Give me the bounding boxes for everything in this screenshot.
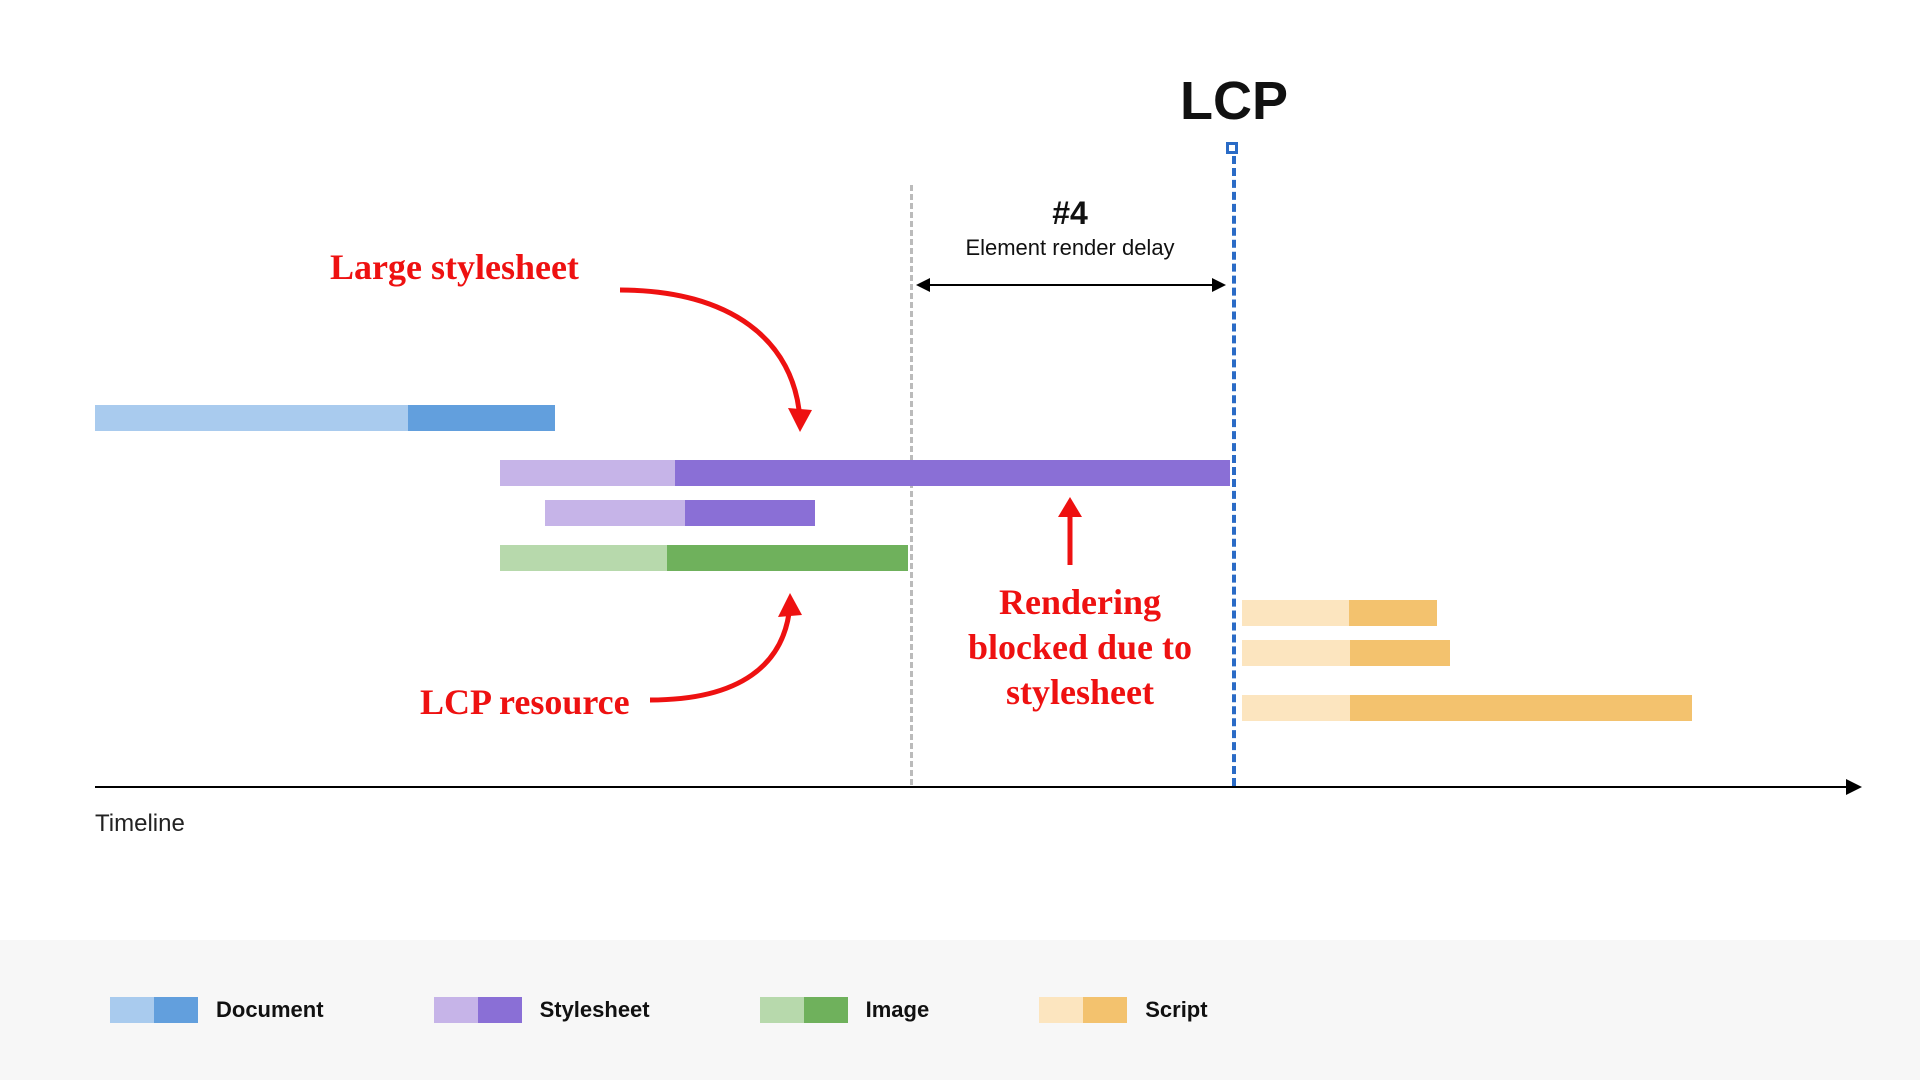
legend-label-script: Script: [1145, 997, 1207, 1023]
bar-script-3-download: [1350, 695, 1692, 721]
legend-label-image: Image: [866, 997, 930, 1023]
swatch-image: [760, 997, 848, 1023]
bar-large-stylesheet: [500, 460, 1230, 486]
bar-lcp-image-download: [667, 545, 908, 571]
bar-large-stylesheet-download: [675, 460, 1230, 486]
arrow-large-stylesheet: [610, 280, 840, 440]
timeline-axis-label: Timeline: [95, 810, 185, 838]
bar-script-3: [1242, 695, 1692, 721]
legend-label-document: Document: [216, 997, 324, 1023]
bar-script-2: [1242, 640, 1450, 666]
bar-lcp-image: [500, 545, 908, 571]
bar-script-1-download: [1349, 600, 1437, 626]
bar-small-stylesheet-download: [685, 500, 815, 526]
swatch-script: [1039, 997, 1127, 1023]
bar-large-stylesheet-wait: [500, 460, 675, 486]
legend-label-stylesheet: Stylesheet: [540, 997, 650, 1023]
bar-document-wait: [95, 405, 408, 431]
lcp-dashed-line: [1232, 156, 1236, 786]
timeline-axis: [95, 786, 1860, 788]
legend-item-image: Image: [760, 997, 930, 1023]
phase-span-arrow: [918, 284, 1224, 286]
lcp-title: LCP: [1180, 70, 1288, 132]
swatch-document: [110, 997, 198, 1023]
legend-item-script: Script: [1039, 997, 1207, 1023]
annotation-lcp-resource: LCP resource: [420, 680, 630, 725]
phase-name: Element render delay: [920, 235, 1220, 261]
bar-document: [95, 405, 555, 431]
phase-number: #4: [920, 195, 1220, 232]
bar-script-1: [1242, 600, 1437, 626]
legend-item-document: Document: [110, 997, 324, 1023]
lcp-marker-square: [1226, 142, 1238, 154]
bar-document-download: [408, 405, 555, 431]
bar-script-1-wait: [1242, 600, 1349, 626]
bar-small-stylesheet: [545, 500, 815, 526]
legend: Document Stylesheet Image Script: [0, 940, 1920, 1080]
diagram-stage: LCP #4 Element render delay Large styles…: [0, 0, 1920, 1080]
bar-lcp-image-wait: [500, 545, 667, 571]
bar-script-3-wait: [1242, 695, 1350, 721]
bar-script-2-wait: [1242, 640, 1350, 666]
arrow-lcp-resource: [640, 585, 840, 715]
legend-item-stylesheet: Stylesheet: [434, 997, 650, 1023]
arrow-blocked: [1050, 495, 1090, 575]
annotation-large-stylesheet: Large stylesheet: [330, 245, 579, 290]
annotation-blocked: Rendering blocked due to stylesheet: [960, 580, 1200, 715]
swatch-stylesheet: [434, 997, 522, 1023]
bar-script-2-download: [1350, 640, 1450, 666]
bar-small-stylesheet-wait: [545, 500, 685, 526]
